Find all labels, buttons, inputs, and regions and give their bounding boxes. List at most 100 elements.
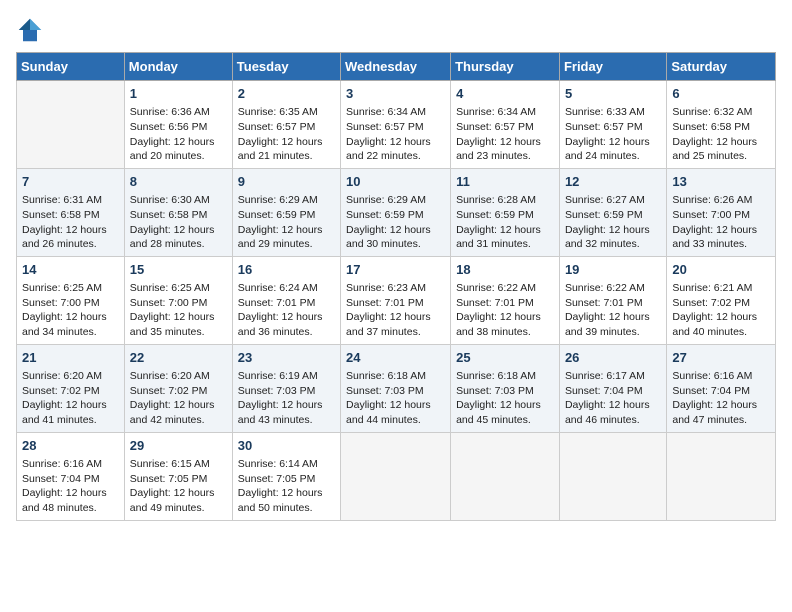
day-number: 22 [130, 349, 227, 367]
sunset-text: Sunset: 6:57 PM [346, 121, 424, 133]
week-row-3: 14 Sunrise: 6:25 AM Sunset: 7:00 PM Dayl… [17, 256, 776, 344]
sunrise-text: Sunrise: 6:16 AM [672, 370, 752, 382]
sunrise-text: Sunrise: 6:22 AM [565, 282, 645, 294]
sunrise-text: Sunrise: 6:20 AM [22, 370, 102, 382]
day-number: 13 [672, 173, 770, 191]
day-number: 17 [346, 261, 445, 279]
daylight-text: Daylight: 12 hours and 33 minutes. [672, 224, 757, 251]
day-number: 21 [22, 349, 119, 367]
daylight-text: Daylight: 12 hours and 35 minutes. [130, 311, 215, 338]
calendar-cell: 29 Sunrise: 6:15 AM Sunset: 7:05 PM Dayl… [124, 432, 232, 520]
day-number: 16 [238, 261, 335, 279]
day-number: 7 [22, 173, 119, 191]
sunset-text: Sunset: 6:57 PM [238, 121, 316, 133]
sunrise-text: Sunrise: 6:29 AM [346, 194, 426, 206]
sunrise-text: Sunrise: 6:18 AM [346, 370, 426, 382]
daylight-text: Daylight: 12 hours and 38 minutes. [456, 311, 541, 338]
daylight-text: Daylight: 12 hours and 48 minutes. [22, 487, 107, 514]
daylight-text: Daylight: 12 hours and 34 minutes. [22, 311, 107, 338]
day-number: 2 [238, 85, 335, 103]
sunset-text: Sunset: 7:01 PM [346, 297, 424, 309]
sunrise-text: Sunrise: 6:14 AM [238, 458, 318, 470]
sunset-text: Sunset: 7:01 PM [456, 297, 534, 309]
days-header-row: SundayMondayTuesdayWednesdayThursdayFrid… [17, 53, 776, 81]
sunset-text: Sunset: 7:02 PM [672, 297, 750, 309]
calendar-cell: 30 Sunrise: 6:14 AM Sunset: 7:05 PM Dayl… [232, 432, 340, 520]
day-number: 27 [672, 349, 770, 367]
day-header-monday: Monday [124, 53, 232, 81]
sunset-text: Sunset: 6:58 PM [672, 121, 750, 133]
sunrise-text: Sunrise: 6:34 AM [456, 106, 536, 118]
daylight-text: Daylight: 12 hours and 20 minutes. [130, 136, 215, 163]
day-number: 18 [456, 261, 554, 279]
sunset-text: Sunset: 7:05 PM [130, 473, 208, 485]
sunrise-text: Sunrise: 6:28 AM [456, 194, 536, 206]
sunset-text: Sunset: 6:59 PM [238, 209, 316, 221]
daylight-text: Daylight: 12 hours and 47 minutes. [672, 399, 757, 426]
day-header-wednesday: Wednesday [341, 53, 451, 81]
day-number: 3 [346, 85, 445, 103]
day-number: 1 [130, 85, 227, 103]
sunset-text: Sunset: 6:59 PM [565, 209, 643, 221]
calendar-cell: 20 Sunrise: 6:21 AM Sunset: 7:02 PM Dayl… [667, 256, 776, 344]
daylight-text: Daylight: 12 hours and 44 minutes. [346, 399, 431, 426]
calendar-cell: 5 Sunrise: 6:33 AM Sunset: 6:57 PM Dayli… [559, 81, 666, 169]
daylight-text: Daylight: 12 hours and 36 minutes. [238, 311, 323, 338]
sunrise-text: Sunrise: 6:17 AM [565, 370, 645, 382]
calendar-cell: 15 Sunrise: 6:25 AM Sunset: 7:00 PM Dayl… [124, 256, 232, 344]
sunset-text: Sunset: 7:00 PM [672, 209, 750, 221]
calendar-cell: 19 Sunrise: 6:22 AM Sunset: 7:01 PM Dayl… [559, 256, 666, 344]
calendar-cell: 17 Sunrise: 6:23 AM Sunset: 7:01 PM Dayl… [341, 256, 451, 344]
sunset-text: Sunset: 7:00 PM [130, 297, 208, 309]
daylight-text: Daylight: 12 hours and 23 minutes. [456, 136, 541, 163]
day-number: 29 [130, 437, 227, 455]
sunrise-text: Sunrise: 6:16 AM [22, 458, 102, 470]
daylight-text: Daylight: 12 hours and 32 minutes. [565, 224, 650, 251]
sunset-text: Sunset: 7:04 PM [672, 385, 750, 397]
sunset-text: Sunset: 7:01 PM [565, 297, 643, 309]
sunset-text: Sunset: 6:56 PM [130, 121, 208, 133]
day-number: 6 [672, 85, 770, 103]
daylight-text: Daylight: 12 hours and 24 minutes. [565, 136, 650, 163]
daylight-text: Daylight: 12 hours and 42 minutes. [130, 399, 215, 426]
sunrise-text: Sunrise: 6:32 AM [672, 106, 752, 118]
sunrise-text: Sunrise: 6:19 AM [238, 370, 318, 382]
calendar-body: 1 Sunrise: 6:36 AM Sunset: 6:56 PM Dayli… [17, 81, 776, 521]
daylight-text: Daylight: 12 hours and 49 minutes. [130, 487, 215, 514]
sunrise-text: Sunrise: 6:29 AM [238, 194, 318, 206]
sunset-text: Sunset: 6:58 PM [130, 209, 208, 221]
week-row-5: 28 Sunrise: 6:16 AM Sunset: 7:04 PM Dayl… [17, 432, 776, 520]
logo [16, 16, 48, 44]
sunset-text: Sunset: 7:01 PM [238, 297, 316, 309]
calendar-cell: 22 Sunrise: 6:20 AM Sunset: 7:02 PM Dayl… [124, 344, 232, 432]
calendar-cell: 6 Sunrise: 6:32 AM Sunset: 6:58 PM Dayli… [667, 81, 776, 169]
calendar-cell: 25 Sunrise: 6:18 AM Sunset: 7:03 PM Dayl… [451, 344, 560, 432]
day-number: 15 [130, 261, 227, 279]
sunrise-text: Sunrise: 6:24 AM [238, 282, 318, 294]
calendar-cell: 11 Sunrise: 6:28 AM Sunset: 6:59 PM Dayl… [451, 168, 560, 256]
sunrise-text: Sunrise: 6:33 AM [565, 106, 645, 118]
calendar-cell: 24 Sunrise: 6:18 AM Sunset: 7:03 PM Dayl… [341, 344, 451, 432]
daylight-text: Daylight: 12 hours and 31 minutes. [456, 224, 541, 251]
sunset-text: Sunset: 6:58 PM [22, 209, 100, 221]
day-header-thursday: Thursday [451, 53, 560, 81]
sunset-text: Sunset: 7:03 PM [346, 385, 424, 397]
sunset-text: Sunset: 6:57 PM [456, 121, 534, 133]
calendar-cell: 10 Sunrise: 6:29 AM Sunset: 6:59 PM Dayl… [341, 168, 451, 256]
daylight-text: Daylight: 12 hours and 29 minutes. [238, 224, 323, 251]
calendar-table: SundayMondayTuesdayWednesdayThursdayFrid… [16, 52, 776, 521]
sunrise-text: Sunrise: 6:31 AM [22, 194, 102, 206]
day-number: 30 [238, 437, 335, 455]
day-number: 14 [22, 261, 119, 279]
week-row-2: 7 Sunrise: 6:31 AM Sunset: 6:58 PM Dayli… [17, 168, 776, 256]
daylight-text: Daylight: 12 hours and 43 minutes. [238, 399, 323, 426]
sunrise-text: Sunrise: 6:21 AM [672, 282, 752, 294]
daylight-text: Daylight: 12 hours and 28 minutes. [130, 224, 215, 251]
day-header-saturday: Saturday [667, 53, 776, 81]
calendar-cell: 2 Sunrise: 6:35 AM Sunset: 6:57 PM Dayli… [232, 81, 340, 169]
day-number: 26 [565, 349, 661, 367]
daylight-text: Daylight: 12 hours and 22 minutes. [346, 136, 431, 163]
daylight-text: Daylight: 12 hours and 41 minutes. [22, 399, 107, 426]
calendar-cell: 14 Sunrise: 6:25 AM Sunset: 7:00 PM Dayl… [17, 256, 125, 344]
calendar-cell: 7 Sunrise: 6:31 AM Sunset: 6:58 PM Dayli… [17, 168, 125, 256]
